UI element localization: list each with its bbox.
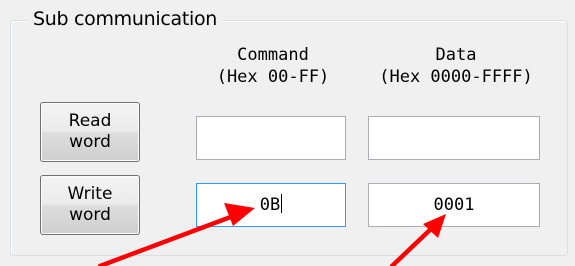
write-word-button[interactable]: Write word — [40, 175, 140, 235]
data-column-header: Data (Hex 0000-FFFF) — [356, 44, 556, 88]
text-caret — [281, 194, 283, 213]
data-header-label: Data — [435, 45, 477, 65]
write-command-input[interactable]: 0B — [196, 183, 346, 227]
read-word-button[interactable]: Read word — [40, 102, 140, 162]
group-title: Sub communication — [28, 8, 223, 30]
write-data-value: 0001 — [433, 195, 475, 215]
command-header-label: Command — [237, 45, 309, 65]
data-header-range: (Hex 0000-FFFF) — [379, 67, 533, 87]
read-data-input[interactable] — [368, 116, 540, 160]
command-column-header: Command (Hex 00-FF) — [193, 44, 353, 88]
command-header-range: (Hex 00-FF) — [216, 67, 330, 87]
read-word-button-label: Read word — [68, 111, 112, 152]
write-data-input[interactable]: 0001 — [368, 183, 540, 227]
sub-communication-panel: Sub communication Command (Hex 00-FF) Da… — [0, 0, 575, 266]
read-command-input[interactable] — [196, 116, 346, 160]
write-word-button-label: Write word — [67, 184, 113, 225]
write-command-value: 0B — [259, 195, 281, 215]
